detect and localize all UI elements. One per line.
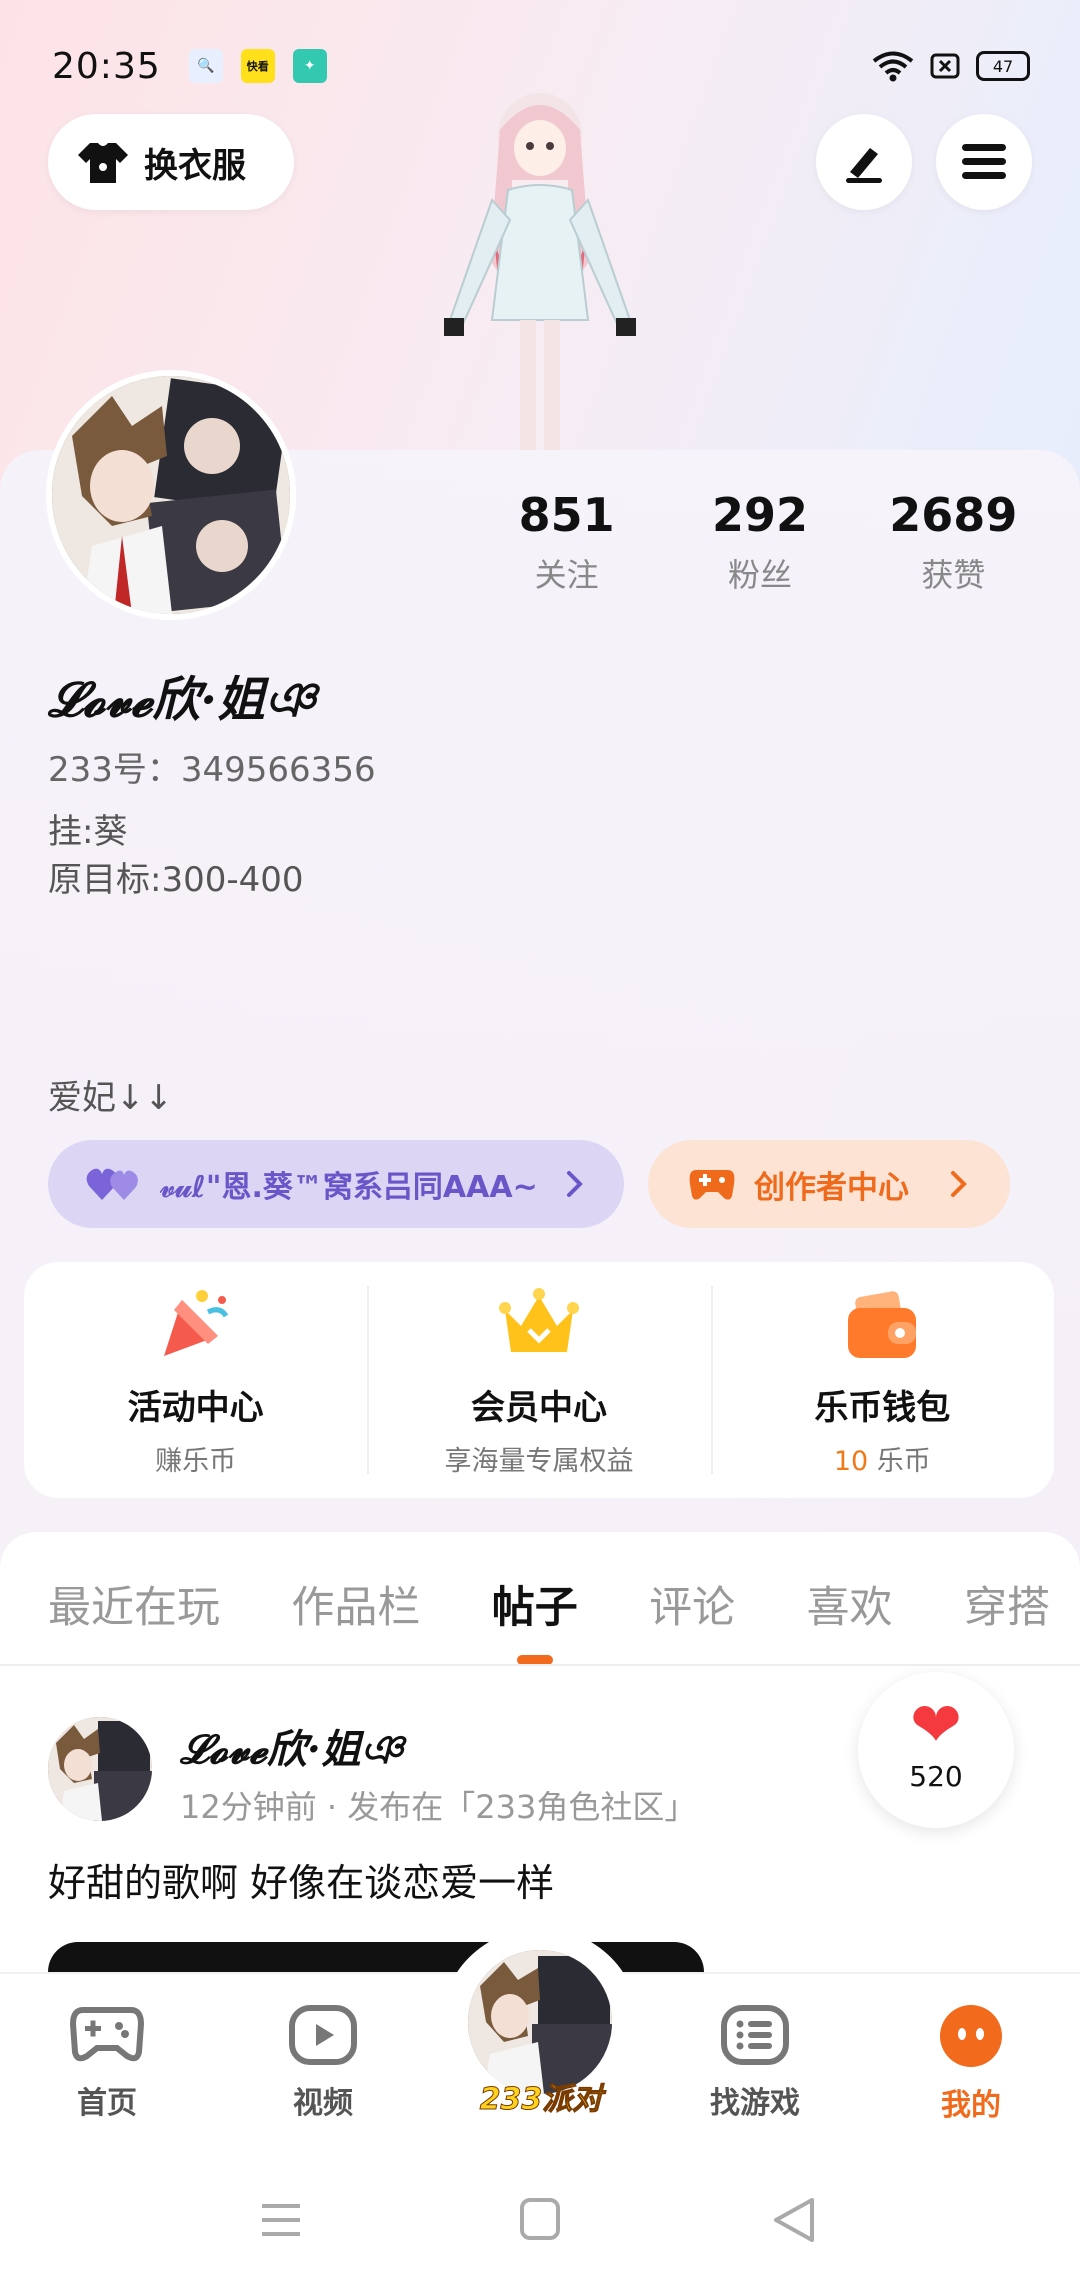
vip-center-sub: 享海量专属权益 bbox=[444, 1446, 634, 1477]
nav-mine[interactable]: 我的 bbox=[896, 2004, 1046, 2124]
nav-label: 首页 bbox=[77, 2086, 137, 2121]
creator-center-label: 创作者中心 bbox=[754, 1169, 909, 1206]
video-icon bbox=[289, 2005, 357, 2065]
profile-nickname: 𝓛𝓸𝓿𝓮欣·姐ঞ bbox=[48, 672, 316, 728]
tab-recent-playing[interactable]: 最近在玩 bbox=[48, 1573, 220, 1635]
profile-tabs: 最近在玩 作品栏 帖子 评论 喜欢 穿搭 bbox=[48, 1564, 1050, 1644]
creator-center-chip[interactable]: 创作者中心 bbox=[648, 1140, 1010, 1228]
profile-avatar[interactable] bbox=[46, 370, 296, 620]
tab-likes[interactable]: 喜欢 bbox=[807, 1573, 893, 1635]
profile-uid[interactable]: 233号：349566356 bbox=[48, 742, 376, 791]
crown-icon bbox=[498, 1288, 579, 1352]
kuaikan-app-icon: 快看 bbox=[240, 49, 275, 83]
tab-outfits[interactable]: 穿搭 bbox=[964, 1573, 1050, 1635]
status-bar: 20:35 🔍 快看 ✦ 47 bbox=[52, 40, 1030, 92]
coin-wallet-entry[interactable]: 乐币钱包 10 乐币 bbox=[710, 1262, 1054, 1498]
like-button[interactable]: ❤ 520 bbox=[858, 1672, 1014, 1828]
hamburger-icon bbox=[962, 144, 1006, 179]
coin-wallet-title: 乐币钱包 bbox=[814, 1388, 951, 1428]
nav-video[interactable]: 视频 bbox=[248, 2004, 398, 2122]
battery-indicator: 47 bbox=[976, 51, 1030, 81]
stat-label: 关注 bbox=[534, 556, 599, 594]
system-navigation-bar bbox=[262, 2198, 814, 2242]
edit-button[interactable] bbox=[816, 114, 912, 210]
list-icon bbox=[721, 2005, 789, 2065]
post-text[interactable]: 好甜的歌啊 好像在谈恋爱一样 bbox=[48, 1852, 554, 1907]
back-icon[interactable] bbox=[774, 2198, 814, 2242]
activity-center-sub: 赚乐币 bbox=[155, 1446, 237, 1477]
profile-face-icon bbox=[940, 2005, 1002, 2067]
like-count: 520 bbox=[909, 1760, 963, 1793]
status-time: 20:35 bbox=[52, 45, 161, 87]
coin-wallet-sub: 10 乐币 bbox=[711, 1439, 1054, 1478]
vip-center-title: 会员中心 bbox=[470, 1388, 607, 1428]
change-outfit-label: 换衣服 bbox=[144, 145, 246, 186]
coin-unit: 乐币 bbox=[868, 1446, 931, 1477]
tab-works[interactable]: 作品栏 bbox=[291, 1573, 420, 1635]
nav-party-avatar[interactable] bbox=[468, 1950, 612, 2094]
post-meta: 12分钟前 · 发布在「233角色社区」 bbox=[180, 1788, 697, 1826]
gamepad-icon bbox=[689, 1170, 735, 1200]
chevron-right-icon bbox=[951, 1171, 967, 1197]
avatar-3d-figure[interactable] bbox=[430, 90, 650, 450]
stat-label: 获赞 bbox=[921, 556, 986, 594]
chevron-right-icon bbox=[567, 1171, 583, 1197]
home-icon[interactable] bbox=[520, 2198, 560, 2240]
activity-center-title: 活动中心 bbox=[127, 1388, 264, 1428]
nav-label: 我的 bbox=[941, 2088, 1001, 2123]
shirt-icon bbox=[78, 143, 128, 183]
message-app-icon: ✦ bbox=[292, 49, 327, 83]
recent-apps-icon[interactable] bbox=[262, 2204, 300, 2236]
likes-stat[interactable]: 2689 获赞 bbox=[857, 488, 1050, 596]
nav-find-games[interactable]: 找游戏 bbox=[680, 2004, 830, 2122]
pen-icon bbox=[846, 148, 882, 183]
fan-group-chip[interactable]: 𝓋𝓊ℓ"恩.葵™窝系吕同AAA~ bbox=[48, 1140, 624, 1228]
activity-center-entry[interactable]: 活动中心 赚乐币 bbox=[24, 1262, 367, 1498]
stat-value: 2689 bbox=[889, 488, 1018, 542]
coin-balance: 10 bbox=[833, 1446, 869, 1477]
menu-button[interactable] bbox=[936, 114, 1032, 210]
avatar-image bbox=[52, 376, 290, 614]
nav-home[interactable]: 首页 bbox=[32, 2004, 182, 2122]
following-stat[interactable]: 851 关注 bbox=[470, 488, 663, 596]
change-outfit-button[interactable]: 换衣服 bbox=[48, 114, 294, 210]
post-author-avatar[interactable] bbox=[48, 1717, 152, 1821]
gamepad-icon bbox=[69, 2007, 145, 2062]
stat-label: 粉丝 bbox=[727, 556, 792, 594]
fan-group-label: 𝓋𝓊ℓ"恩.葵™窝系吕同AAA~ bbox=[160, 1170, 538, 1205]
wallet-icon bbox=[848, 1291, 917, 1358]
wifi-icon bbox=[872, 51, 914, 82]
stat-value: 292 bbox=[711, 488, 808, 542]
profile-stats: 851 关注 292 粉丝 2689 获赞 bbox=[470, 488, 1050, 596]
nav-label: 找游戏 bbox=[710, 2086, 800, 2121]
profile-bio: 挂:葵 原目标:300-400 bbox=[48, 812, 304, 900]
tab-posts[interactable]: 帖子 bbox=[492, 1573, 578, 1635]
party-popper-icon bbox=[163, 1290, 228, 1356]
services-card: 活动中心 赚乐币 会员中心 享海量专属权益 乐币钱包 10 乐币 bbox=[24, 1262, 1054, 1498]
tabs-divider bbox=[0, 1664, 1080, 1666]
search-app-icon: 🔍 bbox=[188, 49, 223, 83]
heart-icon: ❤ bbox=[910, 1688, 962, 1761]
sim-icon bbox=[930, 53, 960, 79]
double-heart-icon bbox=[86, 1168, 138, 1200]
tab-comments[interactable]: 评论 bbox=[649, 1573, 735, 1635]
vip-center-entry[interactable]: 会员中心 享海量专属权益 bbox=[367, 1262, 710, 1498]
stat-value: 851 bbox=[518, 488, 615, 542]
profile-bio-footer: 爱妃↓↓ bbox=[48, 1078, 173, 1118]
nav-label: 视频 bbox=[293, 2086, 353, 2121]
followers-stat[interactable]: 292 粉丝 bbox=[663, 488, 856, 596]
nav-party-label: 233派对 bbox=[479, 2082, 603, 2118]
post-author-name[interactable]: 𝓛𝓸𝓿𝓮欣·姐ঞ bbox=[180, 1717, 403, 1785]
